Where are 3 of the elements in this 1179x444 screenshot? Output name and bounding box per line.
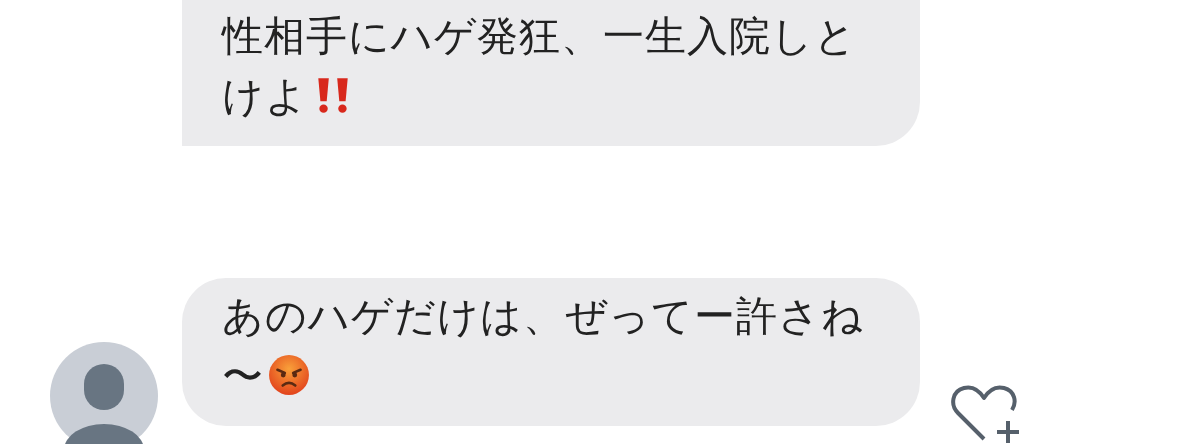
message-text: あのハゲだけは、ぜってー許さね〜 [222, 291, 865, 402]
message-text: 性相手にハゲ発狂、一生入院しとけよ [222, 11, 858, 122]
heart-plus-icon[interactable] [948, 383, 1022, 444]
